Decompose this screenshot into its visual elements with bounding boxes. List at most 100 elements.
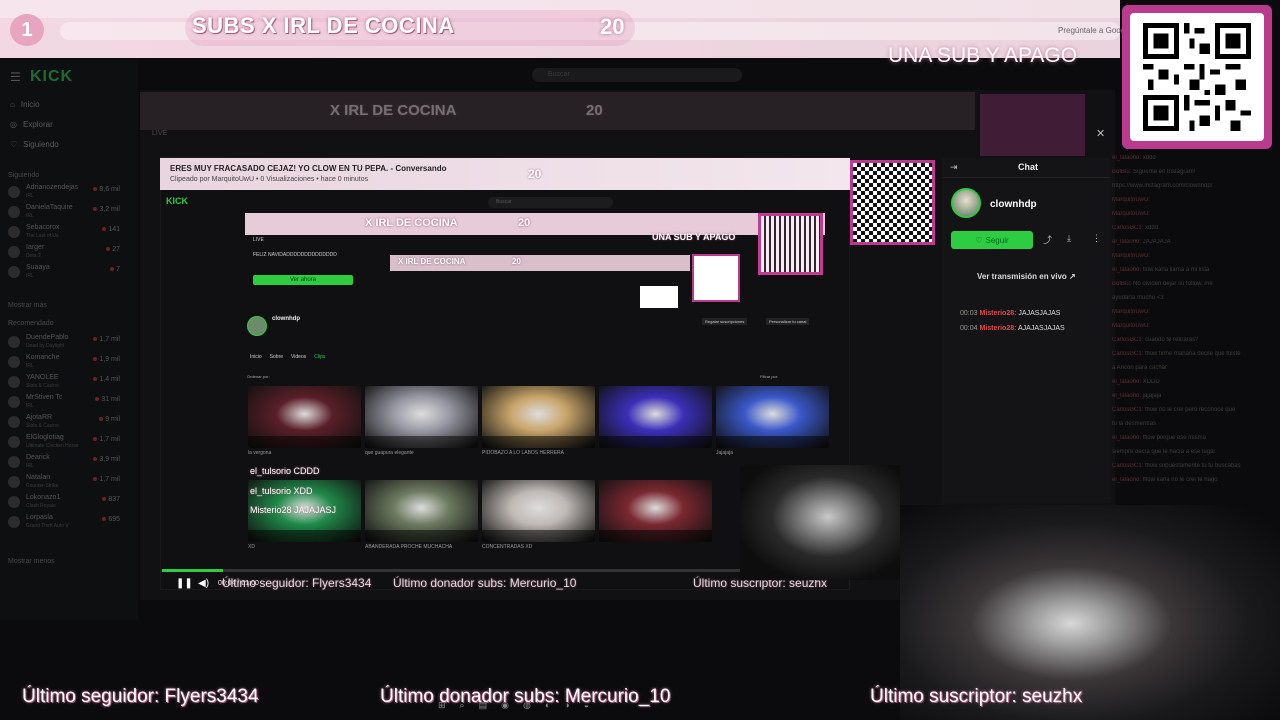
channel-name: Suaaya bbox=[26, 264, 50, 271]
nested-ver-ahora-button[interactable]: Ver ahora bbox=[253, 275, 353, 285]
viewer-count-value: 27 bbox=[112, 246, 120, 253]
bg-chat-line: el_lalaorio: flow karla llama a mi lista bbox=[1112, 267, 1272, 273]
overlay-chat-line-2: el_tulsorio XDD bbox=[250, 486, 313, 496]
clip-thumbnail[interactable] bbox=[482, 386, 595, 448]
nested-personalizar-button[interactable]: Personalizar tu canal bbox=[766, 318, 810, 325]
sidebar-channel[interactable]: DanielaTaquire IRL 3,2 mil bbox=[8, 204, 120, 222]
clip-title[interactable]: Jajajaja bbox=[716, 450, 829, 456]
sidebar-channel[interactable]: Lorpasla Grand Theft Auto V 695 bbox=[8, 514, 120, 532]
live-dot-icon bbox=[93, 357, 98, 361]
bg-chat-user: el_lalaorio: bbox=[1112, 239, 1142, 245]
last-donor: Último donador subs: Mercurio_10 bbox=[380, 686, 671, 707]
search-input[interactable]: Buscar bbox=[532, 68, 742, 82]
nav-explorar[interactable]: ◎ Explorar bbox=[10, 120, 53, 129]
bg-chat-text: flow karla llama a mi lista bbox=[1142, 267, 1210, 273]
viewer-count-value: 1,7 mil bbox=[99, 436, 120, 443]
viewer-count: 27 bbox=[106, 246, 120, 253]
nested-qr-3 bbox=[640, 286, 678, 308]
bg-chat-user: MarquitoUwU: bbox=[1112, 211, 1151, 217]
nested-tab[interactable]: Sobre bbox=[270, 354, 283, 360]
bg-chat-line: CarlosGC1: cuando te retirarás? bbox=[1112, 337, 1272, 343]
clip-thumbnail[interactable] bbox=[248, 386, 361, 448]
sidebar-channel[interactable]: MrStiven Tc IRL 31 mil bbox=[8, 394, 120, 412]
thumbnail-caption-bar bbox=[248, 436, 361, 448]
nested-qr-2 bbox=[692, 254, 740, 302]
thumbnail-caption-bar bbox=[599, 436, 712, 448]
show-more-link[interactable]: Mostrar más bbox=[8, 302, 47, 309]
nested-tab[interactable]: Videos bbox=[291, 354, 306, 360]
clip-thumbnail[interactable] bbox=[716, 386, 829, 448]
channel-avatar bbox=[8, 376, 20, 388]
sidebar-channel[interactable]: YANOLEE Slots & Casino 1,4 mil bbox=[8, 374, 120, 392]
bg-chat-text: fflow supuestamente tu tu buscabas bbox=[1145, 463, 1241, 469]
follow-label: Seguir bbox=[985, 235, 1009, 245]
nav-siguiendo[interactable]: ♡ Siguiendo bbox=[10, 140, 59, 149]
channel-category: Clash Royale bbox=[26, 503, 56, 509]
heart-icon: ♡ bbox=[10, 140, 18, 149]
nav-inicio[interactable]: ⌂ Inicio bbox=[10, 100, 40, 109]
clip-thumbnail[interactable] bbox=[365, 386, 478, 448]
live-dot-icon bbox=[99, 417, 104, 421]
clip-title[interactable]: CONCENTRADAS XD bbox=[482, 544, 595, 550]
nested-regalar-button[interactable]: Regalar suscripciones bbox=[702, 318, 748, 325]
viewer-count-value: 7 bbox=[116, 266, 120, 273]
nested-tab[interactable]: Inicio bbox=[250, 354, 262, 360]
sidebar-channel[interactable]: DuendePablo Dead by Daylight 1,7 mil bbox=[8, 334, 120, 352]
sidebar-channel[interactable]: Suaaya IRL 7 bbox=[8, 264, 120, 282]
nested-tab[interactable]: Clips bbox=[314, 354, 325, 360]
clip-title[interactable]: la vergona bbox=[248, 450, 361, 456]
bg-chat-text: Sígueme en Instagram! bbox=[1133, 169, 1196, 175]
close-icon[interactable]: ✕ bbox=[1096, 127, 1105, 140]
clip-thumbnail[interactable] bbox=[482, 480, 595, 542]
follow-button[interactable]: ♡ Seguir bbox=[951, 231, 1033, 249]
kick-logo[interactable]: KICK bbox=[30, 68, 73, 86]
nested-banner-2-count: 20 bbox=[512, 257, 521, 266]
channel-avatar[interactable] bbox=[951, 188, 981, 218]
channel-name[interactable]: clownhdp bbox=[990, 199, 1037, 210]
pause-icon[interactable]: ❚❚ bbox=[176, 578, 193, 589]
sidebar-channel[interactable]: Iarger Dota 2 27 bbox=[8, 244, 120, 262]
sidebar-channel[interactable]: Sebacorox The Last of Us 141 bbox=[8, 224, 120, 242]
channel-category: The Last of Us bbox=[26, 233, 59, 239]
channel-avatar bbox=[8, 436, 20, 448]
sidebar-channel[interactable]: Lokonazo1 Clash Royale 837 bbox=[8, 494, 120, 512]
viewer-count-value: 8,6 mil bbox=[99, 186, 120, 193]
nav-inicio-label: Inicio bbox=[20, 100, 40, 109]
clip-thumbnail[interactable] bbox=[599, 386, 712, 448]
chat-user[interactable]: Misterio28: bbox=[979, 325, 1016, 332]
bg-chat-text: JAJAJAJA bbox=[1142, 239, 1171, 245]
clip-title[interactable]: ABANDERADA PROCHE MUCHACHA bbox=[365, 544, 478, 550]
clip-thumbnail[interactable] bbox=[599, 480, 712, 542]
watch-live-link[interactable]: Ver transmisión en vivo ↗ bbox=[977, 272, 1076, 281]
clip-title[interactable]: que guapura elegante bbox=[365, 450, 478, 456]
collapse-chat-icon[interactable]: ⇥ bbox=[950, 162, 958, 173]
clip-thumbnail[interactable] bbox=[365, 480, 478, 542]
channel-name: Komanche bbox=[26, 354, 60, 361]
download-icon[interactable]: ⤓ bbox=[1067, 233, 1071, 244]
sidebar-channel[interactable]: Natalan Counter-Strike 1,7 mil bbox=[8, 474, 120, 492]
bg-chat-line: a Ancón para cachar bbox=[1112, 365, 1272, 371]
sidebar-channel[interactable]: Komanche IRL 1,9 mil bbox=[8, 354, 120, 372]
chat-user[interactable]: Misterio28: bbox=[979, 310, 1016, 317]
more-options-icon[interactable]: ⋮ bbox=[1092, 233, 1101, 244]
sidebar-channel[interactable]: Adrianozendejas IRL 8,6 mil bbox=[8, 184, 120, 202]
show-less-link[interactable]: Mostrar menos bbox=[8, 558, 55, 565]
viewer-count-value: 837 bbox=[108, 496, 120, 503]
hamburger-menu-icon[interactable]: ☰ bbox=[10, 70, 21, 84]
channel-category: Grand Theft Auto V bbox=[26, 523, 69, 529]
live-dot-icon bbox=[93, 457, 98, 461]
clip-title[interactable]: PIDOBAZO A LO LABOS HERRERA bbox=[482, 450, 595, 456]
last-subscriber: Último suscriptor: seuzhx bbox=[870, 686, 1083, 707]
sidebar-channel[interactable]: ElGloglotiag Ultimate Chicken Horse 1,7 mi… bbox=[8, 434, 120, 452]
viewer-count-value: 141 bbox=[108, 226, 120, 233]
channel-name: Iarger bbox=[26, 244, 45, 251]
clip-title[interactable]: XD bbox=[248, 544, 361, 550]
channel-name: Lorpasla bbox=[26, 514, 53, 521]
channel-avatar bbox=[8, 336, 20, 348]
sidebar-channel[interactable]: AjotaRR Slots & Casino 9 mil bbox=[8, 414, 120, 432]
sidebar-channel[interactable]: Dearick IRL 3,9 mil bbox=[8, 454, 120, 472]
volume-icon[interactable]: ◀) bbox=[198, 578, 209, 589]
share-icon[interactable]: ⤴ bbox=[1043, 233, 1052, 246]
channel-avatar bbox=[8, 266, 20, 278]
live-dot-icon bbox=[106, 247, 111, 251]
